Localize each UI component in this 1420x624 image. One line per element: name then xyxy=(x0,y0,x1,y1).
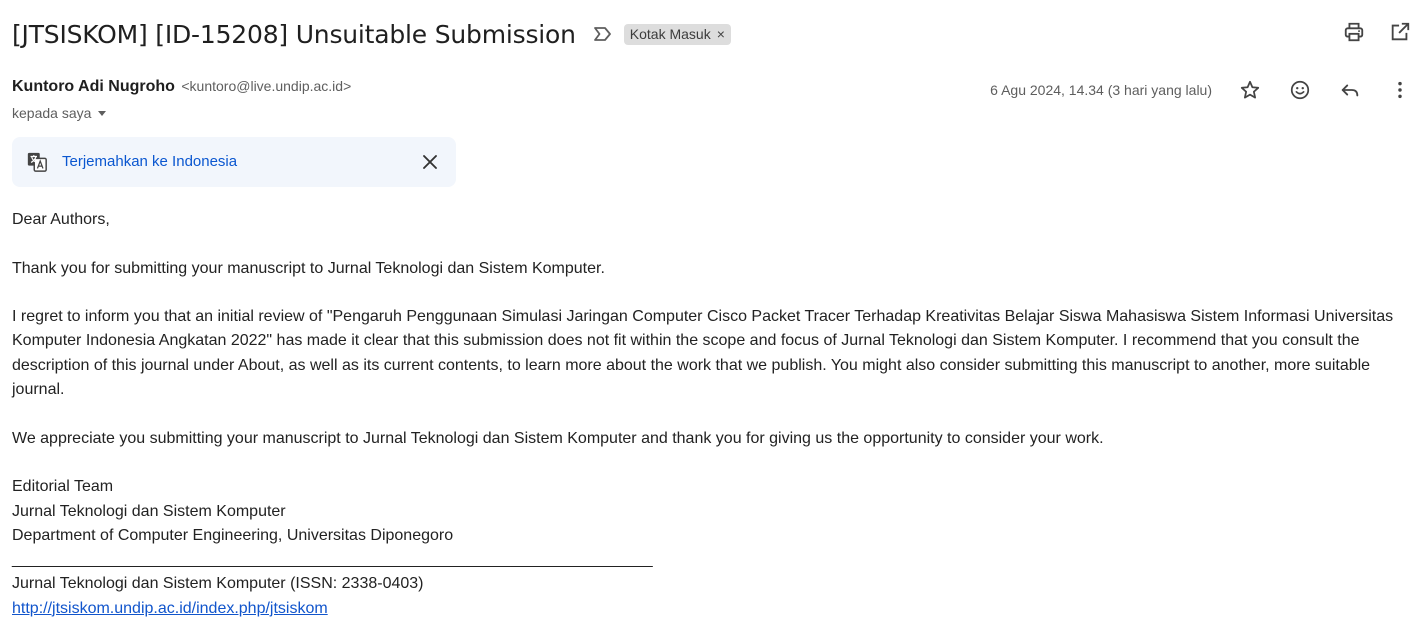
signature-team: Editorial Team xyxy=(12,478,114,496)
star-outline-icon[interactable] xyxy=(1238,78,1262,102)
label-important-outline-icon[interactable] xyxy=(592,23,614,45)
paragraph-appreciation: We appreciate you submitting your manusc… xyxy=(12,429,1104,447)
open-in-new-icon[interactable] xyxy=(1388,20,1412,44)
reply-icon[interactable] xyxy=(1338,78,1362,102)
message-meta: 6 Agu 2024, 14.34 (3 hari yang lalu) xyxy=(990,78,1412,102)
paragraph-decision: I regret to inform you that an initial r… xyxy=(12,308,1394,399)
close-icon[interactable] xyxy=(418,150,442,174)
emoji-icon[interactable] xyxy=(1288,78,1312,102)
signature-divider: ________________________________________… xyxy=(12,551,653,569)
translate-bar: Terjemahkan ke Indonesia xyxy=(12,137,456,187)
caret-down-icon xyxy=(98,111,107,116)
message-body: Dear Authors, Thank you for submitting y… xyxy=(12,208,1402,621)
more-vert-icon[interactable] xyxy=(1388,78,1412,102)
greeting: Dear Authors, xyxy=(12,211,110,228)
translate-link[interactable]: Terjemahkan ke Indonesia xyxy=(62,153,237,170)
recipient-dropdown[interactable]: kepada saya xyxy=(12,105,109,121)
journal-link[interactable]: http://jtsiskom.undip.ac.id/index.php/jt… xyxy=(12,600,328,617)
subject-row: [JTSISKOM] [ID-15208] Unsuitable Submiss… xyxy=(12,14,731,54)
top-actions xyxy=(1342,20,1412,44)
label-chip-inbox[interactable]: Kotak Masuk × xyxy=(623,23,731,45)
sender-email: <kuntoro@live.undip.ac.id> xyxy=(181,78,352,94)
recipient-label: kepada saya xyxy=(12,105,92,121)
translate-icon xyxy=(27,152,47,172)
footer-journal-issn: Jurnal Teknologi dan Sistem Komputer (IS… xyxy=(12,575,424,593)
label-remove-button[interactable]: × xyxy=(717,27,725,41)
paragraph-thanks: Thank you for submitting your manuscript… xyxy=(12,259,605,277)
email-view: [JTSISKOM] [ID-15208] Unsuitable Submiss… xyxy=(0,0,1420,624)
signature-journal: Jurnal Teknologi dan Sistem Komputer xyxy=(12,502,286,520)
sender-row: Kuntoro Adi Nugroho <kuntoro@live.undip.… xyxy=(12,78,1412,102)
sender-name[interactable]: Kuntoro Adi Nugroho xyxy=(12,78,175,95)
label-chip-text: Kotak Masuk xyxy=(629,25,711,42)
email-subject: [JTSISKOM] [ID-15208] Unsuitable Submiss… xyxy=(12,19,576,49)
timestamp: 6 Agu 2024, 14.34 (3 hari yang lalu) xyxy=(990,82,1212,98)
signature-department: Department of Computer Engineering, Univ… xyxy=(12,526,454,544)
message-actions xyxy=(1238,78,1412,102)
print-icon[interactable] xyxy=(1342,20,1366,44)
